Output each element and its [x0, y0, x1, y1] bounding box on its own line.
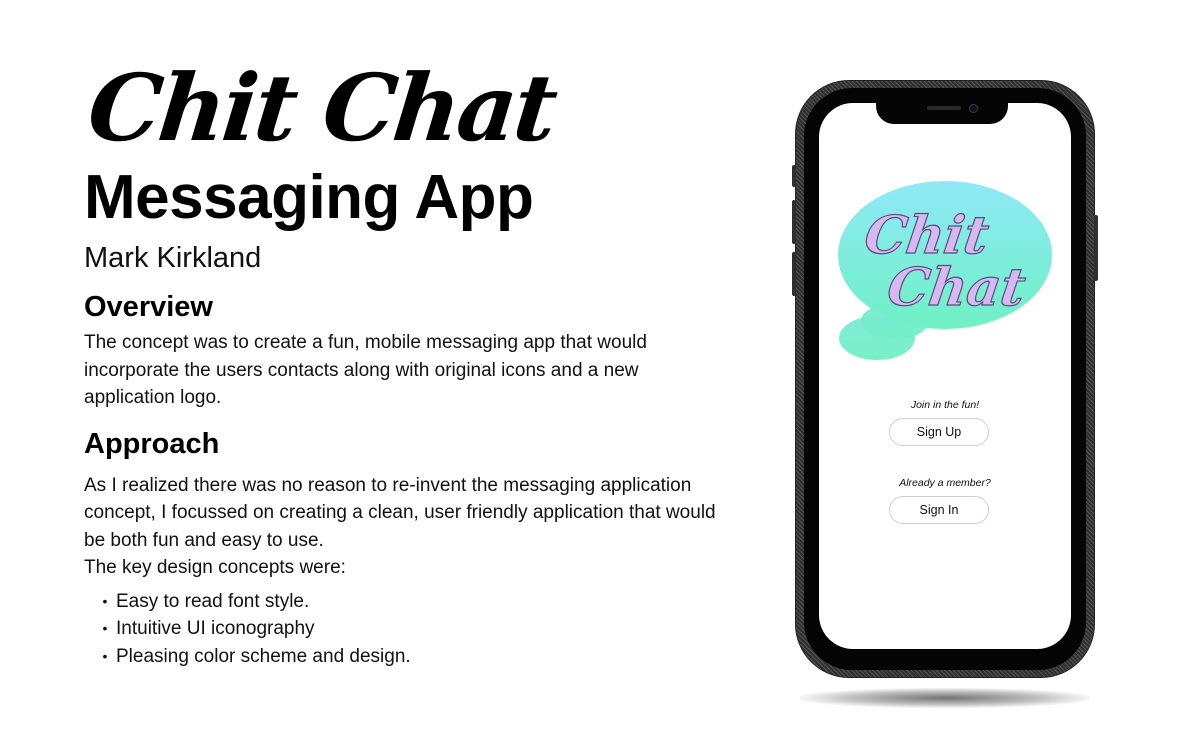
- mute-switch: [792, 165, 796, 187]
- list-item: • Intuitive UI iconography: [100, 615, 724, 643]
- phone-screen: Chit Chat Join in the fun! Sign Up Alrea…: [819, 103, 1071, 649]
- volume-up-button: [792, 200, 796, 244]
- speaker-icon: [927, 106, 961, 110]
- description-panel: Chit Chat Messaging App Mark Kirkland Ov…: [83, 54, 724, 671]
- volume-down-button: [792, 252, 796, 296]
- sign-up-button[interactable]: Sign Up: [889, 418, 989, 446]
- join-caption: Join in the fun!: [910, 399, 980, 411]
- member-caption: Already a member?: [899, 477, 991, 489]
- list-item: • Pleasing color scheme and design.: [100, 643, 724, 671]
- app-title: Messaging App: [84, 163, 534, 232]
- power-button: [1094, 215, 1098, 281]
- chit-chat-logo: Chit Chat: [838, 181, 1052, 360]
- sign-in-button[interactable]: Sign In: [889, 496, 989, 524]
- camera-icon: [969, 104, 978, 113]
- key-concepts-intro: The key design concepts were:: [84, 557, 346, 578]
- approach-heading: Approach: [84, 427, 220, 460]
- key-concepts-list: • Easy to read font style. • Intuitive UI …: [100, 588, 724, 671]
- overview-body: The concept was to create a fun, mobile …: [84, 332, 647, 408]
- approach-body: As I realized there was no reason to re-…: [84, 474, 716, 551]
- phone-notch: [876, 98, 1008, 124]
- author-name: Mark Kirkland: [84, 242, 262, 274]
- list-item: • Easy to read font style.: [100, 588, 724, 616]
- bullet-icon: •: [102, 620, 108, 636]
- logo-text-line2: Chat: [884, 257, 1029, 318]
- script-title: Chit Chat: [83, 54, 560, 162]
- overview-heading: Overview: [84, 291, 213, 323]
- bullet-icon: •: [102, 647, 108, 664]
- phone-shadow: [800, 688, 1090, 708]
- bullet-icon: •: [102, 592, 108, 609]
